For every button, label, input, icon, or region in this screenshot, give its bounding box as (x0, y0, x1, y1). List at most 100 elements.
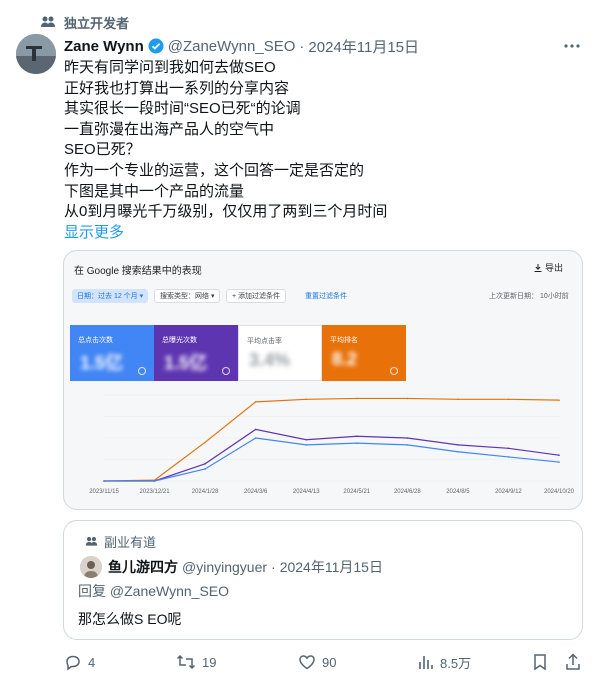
metric-value: 3.4% (249, 350, 291, 370)
series-point-0 (254, 401, 257, 403)
date-filter[interactable]: 日期：过去 12 个月 ▾ (72, 289, 149, 303)
view-count: 8.5万 (440, 655, 472, 671)
download-icon (534, 263, 542, 272)
metric-total-impressions[interactable]: 总曝光次数 1.5亿 (154, 325, 238, 381)
share-icon (566, 653, 580, 670)
metric-average-position[interactable]: 平均排名 8.2 (322, 325, 406, 381)
series-point-1 (305, 438, 308, 441)
series-point-2 (507, 456, 510, 458)
post-date[interactable]: 2024年11月15日 (308, 36, 419, 57)
retweet-count: 19 (202, 654, 217, 670)
metric-label: 总点击次数 (78, 337, 113, 344)
reply-button[interactable]: 4 (64, 650, 95, 674)
help-icon (138, 367, 146, 375)
author-handle[interactable]: @ZaneWynn_SEO (168, 38, 296, 55)
help-icon (390, 367, 398, 375)
x-tick-label: 2024/6/28 (394, 489, 421, 495)
quoted-avatar[interactable] (80, 556, 102, 578)
views-icon (419, 656, 433, 669)
quoted-community-name: 副业有道 (104, 535, 157, 550)
quoted-author-handle: @yinyingyuer (182, 559, 268, 575)
author-name[interactable]: Zane Wynn (64, 38, 144, 55)
media-card[interactable]: 在 Google 搜索结果中的表现 导出 日期：过去 12 个月 ▾ 搜索类型：… (63, 250, 583, 510)
more-options-button[interactable] (562, 36, 582, 56)
series-point-0 (558, 399, 560, 401)
action-bar: 4 19 90 8.5万 (64, 650, 584, 674)
series-point-0 (457, 398, 459, 401)
post-line: 其实很长一段时间“SEO已死“的论调 (64, 100, 301, 118)
more-icon (564, 44, 580, 48)
metric-value: 1.5亿 (164, 353, 208, 373)
series-point-1 (406, 437, 409, 439)
separator: · (299, 37, 305, 55)
series-point-0 (406, 397, 409, 400)
reply-to: 回复 @ZaneWynn_SEO (78, 583, 230, 599)
like-count: 90 (322, 654, 337, 670)
post-line: 从0到月曝光千万级别，仅仅用了两到三个月时间 (64, 203, 388, 221)
quoted-community[interactable]: 副业有道 (85, 532, 156, 551)
reset-filters-link[interactable]: 重置过滤条件 (300, 289, 352, 303)
quoted-post[interactable]: 副业有道 鱼儿游四方 @yinyingyuer · 2024年11月15日 回复… (63, 520, 583, 640)
help-icon (222, 367, 230, 375)
like-button[interactable]: 90 (298, 650, 336, 674)
share-button[interactable] (564, 650, 582, 674)
x-tick-label: 2024/1/28 (192, 489, 219, 495)
series-point-1 (355, 435, 358, 438)
community-header[interactable]: 独立开发者 (40, 12, 129, 32)
post-line: SEO已死？ (64, 141, 141, 159)
metric-value: 1.5亿 (80, 353, 124, 373)
show-more-link[interactable]: 显示更多 (64, 223, 584, 244)
x-tick-label: 2024/3/6 (244, 489, 268, 495)
metric-label: 总曝光次数 (162, 337, 197, 344)
reply-icon (66, 655, 80, 671)
series-point-2 (153, 480, 156, 482)
retweet-icon (176, 654, 196, 670)
post-line: 下图是其中一个产品的流量 (64, 182, 245, 200)
post-header: Zane Wynn @ZaneWynn_SEO · 2024年11月15日 (64, 35, 419, 57)
add-filter-button[interactable]: + 添加过滤条件 (226, 289, 287, 303)
series-point-1 (204, 463, 206, 465)
community-name: 独立开发者 (64, 15, 130, 31)
post-line: 作为一个专业的运营，这个回答一定是否定的 (64, 161, 365, 179)
separator: · (271, 559, 276, 575)
metric-average-ctr[interactable]: 平均点击率 3.4% (238, 325, 322, 381)
series-point-2 (457, 450, 459, 453)
bookmark-button[interactable] (532, 650, 548, 674)
series-point-0 (355, 397, 358, 400)
views-button[interactable]: 8.5万 (416, 650, 471, 674)
x-tick-label: 2024/9/12 (495, 489, 522, 495)
export-label: 导出 (545, 263, 564, 273)
series-point-1 (254, 428, 257, 431)
x-tick-label: 2023/11/15 (89, 489, 119, 495)
avatar[interactable] (16, 34, 56, 74)
metric-label: 平均排名 (330, 337, 358, 344)
metric-total-clicks[interactable]: 总点击次数 1.5亿 (70, 325, 154, 381)
x-tick-label: 2024/8/5 (446, 489, 470, 495)
series-point-1 (457, 444, 459, 446)
performance-chart: 2023/11/15 2023/12/21 2024/1/28 2024/3/6 202… (89, 394, 574, 495)
search-type-filter[interactable]: 搜索类型：网络 ▾ (154, 289, 221, 303)
series-line-0 (103, 397, 560, 482)
post-line: 昨天有同学问到我如何去做SEO (64, 59, 276, 76)
series-point-2 (204, 468, 206, 470)
quoted-author-name: 鱼儿游四方 (108, 559, 178, 575)
series-point-0 (204, 441, 206, 444)
heart-icon (299, 655, 315, 670)
post-body: 昨天有同学问到我如何去做SEO 正好我也打算出一系列的分享内容 其实很长一段时间… (64, 58, 584, 243)
bookmark-icon (534, 654, 546, 671)
quoted-text: 那怎么做S EO呢 (78, 611, 182, 627)
community-icon (41, 16, 55, 27)
series-point-1 (558, 454, 560, 456)
avatar-image (80, 556, 102, 578)
quoted-header: 鱼儿游四方 @yinyingyuer · 2024年11月15日 (108, 556, 383, 578)
x-tick-label: 2023/12/21 (140, 489, 171, 495)
retweet-button[interactable]: 19 (176, 650, 216, 674)
avatar-image (16, 34, 56, 74)
x-tick-label: 2024/10/20 (544, 489, 574, 495)
metric-value: 8.2 (332, 349, 358, 369)
verified-badge-icon (148, 38, 164, 54)
last-updated: 上次更新日期： 10小时前 (489, 293, 569, 300)
series-point-0 (507, 398, 510, 401)
series-point-2 (355, 442, 358, 444)
export-button[interactable]: 导出 (534, 261, 563, 274)
